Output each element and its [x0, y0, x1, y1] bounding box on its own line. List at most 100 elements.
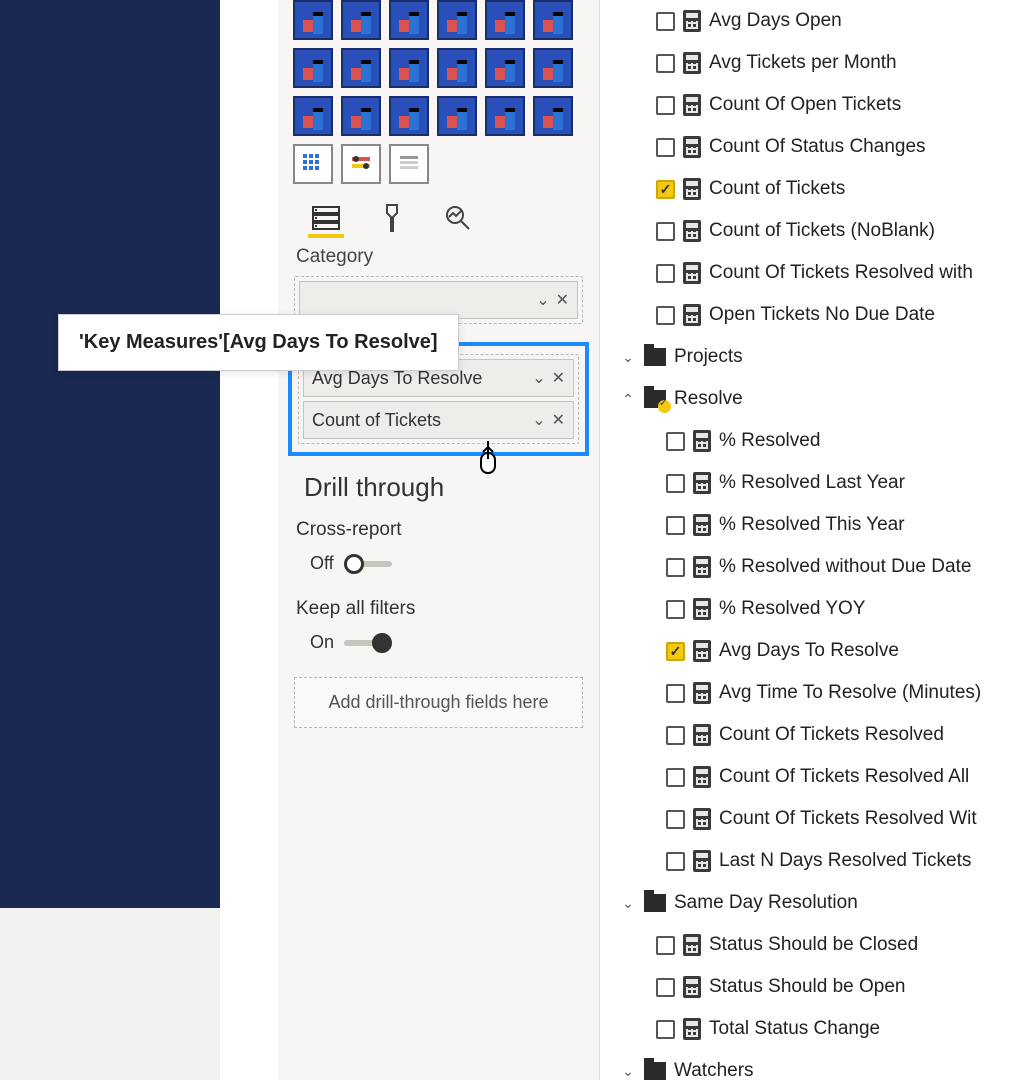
field-label: Avg Time To Resolve (Minutes) [719, 682, 981, 704]
checkbox[interactable] [666, 810, 685, 829]
field-row[interactable]: Count Of Tickets Resolved All [600, 756, 1021, 798]
viz-type-icon[interactable] [437, 0, 477, 40]
checkbox[interactable] [666, 768, 685, 787]
field-row[interactable]: Count Of Tickets Resolved Wit [600, 798, 1021, 840]
field-row[interactable]: Count Of Tickets Resolved with [600, 252, 1021, 294]
chevron-down-icon[interactable]: ⌄ [532, 410, 545, 430]
field-total-status[interactable]: Total Status Change [600, 1008, 1021, 1050]
field-row[interactable]: Count Of Tickets Resolved [600, 714, 1021, 756]
viz-type-icon[interactable] [437, 48, 477, 88]
viz-type-icon[interactable] [485, 96, 525, 136]
field-row[interactable]: % Resolved [600, 420, 1021, 462]
viz-type-icon[interactable] [293, 48, 333, 88]
checkbox[interactable] [666, 600, 685, 619]
chevron-down-icon[interactable]: ⌄ [620, 895, 636, 912]
viz-tab-row [288, 192, 589, 240]
checkbox[interactable] [656, 12, 675, 31]
folder-same-day[interactable]: ⌄ Same Day Resolution [600, 882, 1021, 924]
chevron-down-icon[interactable]: ⌄ [620, 349, 636, 366]
viz-type-icon[interactable] [533, 48, 573, 88]
checkbox[interactable] [666, 726, 685, 745]
field-row[interactable]: Last N Days Resolved Tickets [600, 840, 1021, 882]
measure-icon [693, 598, 711, 620]
viz-type-icon[interactable] [485, 48, 525, 88]
measure-icon [693, 766, 711, 788]
field-row[interactable]: Count Of Status Changes [600, 126, 1021, 168]
value-pill-text: Count of Tickets [312, 410, 532, 431]
cross-report-label: Cross-report [296, 519, 581, 541]
viz-type-table-icon[interactable] [389, 144, 429, 184]
keep-filters-toggle[interactable] [344, 633, 392, 653]
chevron-up-icon[interactable]: ⌃ [620, 391, 636, 408]
checkbox[interactable] [656, 96, 675, 115]
fields-tab[interactable] [308, 202, 344, 238]
field-label: Open Tickets No Due Date [709, 304, 935, 326]
field-row[interactable]: Avg Days To Resolve [600, 630, 1021, 672]
field-label: % Resolved This Year [719, 514, 905, 536]
viz-type-icon[interactable] [533, 0, 573, 40]
field-row[interactable]: % Resolved Last Year [600, 462, 1021, 504]
remove-icon[interactable]: ✕ [552, 410, 565, 430]
field-row[interactable]: % Resolved This Year [600, 504, 1021, 546]
field-row[interactable]: Open Tickets No Due Date [600, 294, 1021, 336]
viz-type-icon[interactable] [341, 96, 381, 136]
chevron-down-icon[interactable]: ⌄ [536, 290, 549, 310]
folder-projects[interactable]: ⌄ Projects [600, 336, 1021, 378]
checkbox[interactable] [666, 432, 685, 451]
measure-icon [683, 262, 701, 284]
checkbox[interactable] [656, 936, 675, 955]
value-pill-count-tickets[interactable]: Count of Tickets ⌄ ✕ [303, 401, 574, 439]
checkbox[interactable] [656, 222, 675, 241]
analytics-tab[interactable] [440, 202, 476, 238]
field-row[interactable]: Avg Time To Resolve (Minutes) [600, 672, 1021, 714]
remove-icon[interactable]: ✕ [556, 290, 569, 310]
viz-type-icon[interactable] [389, 96, 429, 136]
field-row[interactable]: % Resolved YOY [600, 588, 1021, 630]
field-row[interactable]: Count of Tickets [600, 168, 1021, 210]
folder-resolve[interactable]: ⌃ Resolve [600, 378, 1021, 420]
viz-type-icon[interactable] [341, 48, 381, 88]
checkbox[interactable] [666, 852, 685, 871]
viz-type-icon[interactable] [533, 96, 573, 136]
checkbox[interactable] [666, 642, 685, 661]
viz-type-icon[interactable] [293, 0, 333, 40]
checkbox[interactable] [656, 1020, 675, 1039]
cross-report-toggle[interactable] [344, 554, 392, 574]
checkbox[interactable] [666, 558, 685, 577]
field-label: % Resolved Last Year [719, 472, 905, 494]
folder-watchers[interactable]: ⌄ Watchers [600, 1050, 1021, 1080]
checkbox[interactable] [656, 54, 675, 73]
viz-type-matrix-icon[interactable] [293, 144, 333, 184]
field-status-open[interactable]: Status Should be Open [600, 966, 1021, 1008]
field-row[interactable]: Avg Tickets per Month [600, 42, 1021, 84]
report-canvas[interactable] [0, 0, 220, 908]
checkbox[interactable] [666, 684, 685, 703]
checkbox[interactable] [666, 474, 685, 493]
checkbox[interactable] [656, 978, 675, 997]
viz-type-icon[interactable] [341, 0, 381, 40]
drill-through-dropzone[interactable]: Add drill-through fields here [294, 677, 583, 728]
checkbox[interactable] [656, 306, 675, 325]
viz-type-slicer-icon[interactable] [341, 144, 381, 184]
remove-icon[interactable]: ✕ [552, 368, 565, 388]
folder-label: Projects [674, 346, 743, 368]
measure-icon [683, 304, 701, 326]
field-row[interactable]: Count of Tickets (NoBlank) [600, 210, 1021, 252]
keep-filters-label: Keep all filters [296, 598, 581, 620]
viz-type-icon[interactable] [485, 0, 525, 40]
viz-type-icon[interactable] [389, 0, 429, 40]
checkbox[interactable] [656, 138, 675, 157]
viz-type-icon[interactable] [389, 48, 429, 88]
checkbox[interactable] [666, 516, 685, 535]
format-tab[interactable] [374, 202, 410, 238]
chevron-down-icon[interactable]: ⌄ [620, 1063, 636, 1080]
field-row[interactable]: % Resolved without Due Date [600, 546, 1021, 588]
checkbox[interactable] [656, 264, 675, 283]
field-row[interactable]: Avg Days Open [600, 0, 1021, 42]
chevron-down-icon[interactable]: ⌄ [532, 368, 545, 388]
field-row[interactable]: Count Of Open Tickets [600, 84, 1021, 126]
viz-type-icon[interactable] [437, 96, 477, 136]
checkbox[interactable] [656, 180, 675, 199]
viz-type-icon[interactable] [293, 96, 333, 136]
field-status-closed[interactable]: Status Should be Closed [600, 924, 1021, 966]
